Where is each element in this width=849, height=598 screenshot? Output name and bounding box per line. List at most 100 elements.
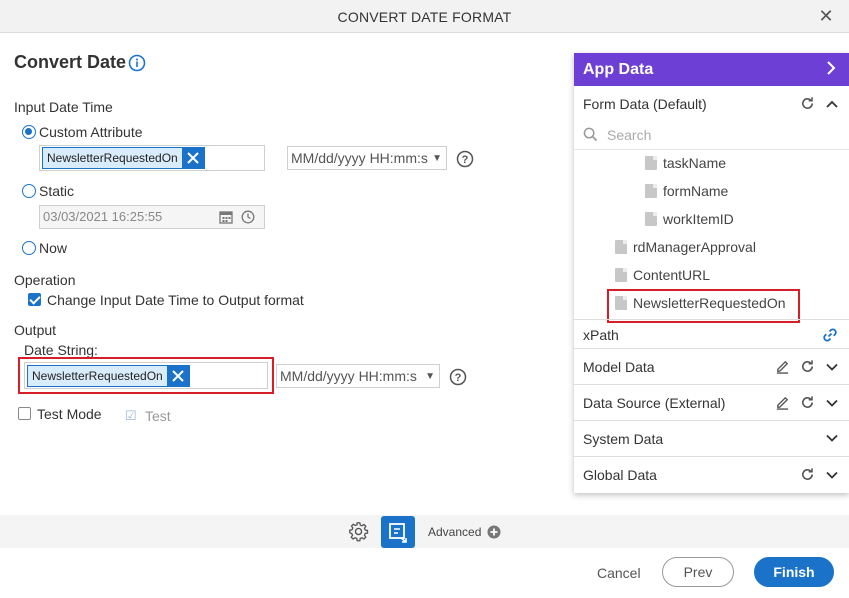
help-icon[interactable]: ? [449, 368, 467, 386]
prev-button[interactable]: Prev [662, 557, 734, 587]
output-label: Output [14, 322, 57, 338]
svg-text:?: ? [455, 372, 462, 384]
field-icon [645, 184, 657, 198]
global-data-label: Global Data [583, 467, 657, 483]
field-icon [645, 212, 657, 226]
field-icon [645, 156, 657, 170]
test-mode-checkbox[interactable] [18, 407, 31, 420]
static-date-value: 03/03/2021 16:25:55 [43, 209, 163, 224]
edit-icon[interactable] [775, 359, 790, 377]
input-format-select[interactable]: MM/dd/yyyy HH:mm:s ▼ [287, 146, 447, 170]
xpath-label: xPath [583, 327, 619, 343]
test-check-icon[interactable]: ☑ [125, 408, 137, 424]
refresh-icon[interactable] [800, 359, 815, 377]
app-data-title: App Data [583, 61, 654, 78]
tree-item-label: taskName [663, 155, 727, 171]
model-data-row[interactable]: Model Data [574, 349, 849, 385]
input-format-value: MM/dd/yyyy HH:mm:s [291, 150, 428, 166]
tree-item[interactable]: workItemID [645, 211, 734, 227]
change-format-checkbox[interactable] [28, 293, 41, 306]
tree-item-label: rdManagerApproval [633, 239, 756, 255]
refresh-icon[interactable] [800, 467, 815, 485]
output-format-select[interactable]: MM/dd/yyyy HH:mm:s ▼ [276, 364, 440, 388]
data-source-actions [775, 395, 839, 413]
plus-circle-icon[interactable] [487, 525, 501, 542]
output-format-value: MM/dd/yyyy HH:mm:s [280, 368, 417, 384]
search-icon [583, 127, 598, 145]
custom-attribute-radio[interactable] [22, 125, 36, 139]
field-icon [615, 268, 627, 282]
custom-attribute-label: Custom Attribute [39, 124, 143, 140]
dialog-titlebar: CONVERT DATE FORMAT ✕ [0, 0, 849, 33]
field-icon [615, 296, 627, 310]
cancel-button[interactable]: Cancel [597, 565, 641, 581]
search-bar[interactable]: Search [574, 121, 849, 149]
form-data-label: Form Data (Default) [583, 96, 707, 112]
output-chip-label: NewsletterRequestedOn [32, 369, 163, 383]
data-source-label: Data Source (External) [583, 395, 726, 411]
system-data-actions [825, 431, 839, 448]
help-icon[interactable]: ? [456, 150, 474, 168]
custom-attribute-field[interactable]: NewsletterRequestedOn [39, 145, 265, 171]
chevron-down-icon[interactable] [825, 360, 839, 377]
page-title: Convert Date [14, 52, 127, 72]
tree-item[interactable]: ContentURL [615, 267, 710, 283]
chevron-down-icon[interactable] [825, 396, 839, 413]
attribute-chip: NewsletterRequestedOn [42, 147, 205, 169]
model-data-label: Model Data [583, 359, 655, 375]
output-chip: NewsletterRequestedOn [27, 365, 190, 387]
tree-item[interactable]: taskName [645, 155, 726, 171]
xpath-row[interactable]: xPath [574, 319, 849, 349]
info-icon[interactable] [128, 54, 146, 72]
form-data-row[interactable]: Form Data (Default) [574, 86, 849, 121]
app-data-header[interactable]: App Data [574, 53, 849, 86]
data-source-row[interactable]: Data Source (External) [574, 385, 849, 421]
link-icon[interactable] [821, 326, 839, 347]
static-date-field[interactable]: 03/03/2021 16:25:55 [39, 205, 265, 229]
edit-icon[interactable] [775, 395, 790, 413]
gear-icon[interactable] [348, 521, 369, 545]
system-data-row[interactable]: System Data [574, 421, 849, 457]
change-format-label: Change Input Date Time to Output format [47, 292, 304, 308]
clock-icon[interactable] [241, 210, 255, 227]
tree-item-newsletter[interactable]: NewsletterRequestedOn [615, 295, 786, 311]
form-data-actions [800, 96, 839, 114]
search-input[interactable]: Search [607, 127, 651, 143]
calendar-icon[interactable] [219, 210, 233, 227]
chevron-right-icon[interactable] [825, 59, 837, 82]
tree-item-label: ContentURL [633, 267, 711, 283]
bottom-toolbar: Advanced [0, 515, 849, 548]
tree-item-label: formName [663, 183, 729, 199]
remove-chip-icon[interactable] [181, 148, 204, 168]
chevron-down-icon: ▼ [425, 371, 435, 382]
static-label: Static [39, 183, 75, 199]
refresh-icon[interactable] [800, 395, 815, 413]
test-label: Test [145, 408, 171, 424]
data-mapping-icon[interactable] [381, 516, 415, 548]
chevron-down-icon[interactable] [825, 468, 839, 485]
static-radio[interactable] [22, 184, 36, 198]
advanced-label[interactable]: Advanced [428, 525, 481, 539]
input-date-time-label: Input Date Time [14, 99, 113, 115]
date-string-label: Date String: [24, 342, 98, 358]
chevron-up-icon[interactable] [825, 97, 839, 114]
global-data-row[interactable]: Global Data [574, 457, 849, 493]
app-data-panel: App Data Form Data (Default) Search task… [574, 53, 849, 493]
tree-item-label: NewsletterRequestedOn [633, 295, 786, 311]
dialog-title: CONVERT DATE FORMAT [337, 9, 512, 25]
chevron-down-icon[interactable] [825, 431, 839, 448]
chip-label: NewsletterRequestedOn [47, 151, 178, 165]
now-label: Now [39, 240, 68, 256]
chevron-down-icon: ▼ [432, 153, 442, 164]
date-string-field[interactable]: NewsletterRequestedOn [24, 362, 268, 389]
global-data-actions [800, 467, 839, 485]
tree-item[interactable]: rdManagerApproval [615, 239, 756, 255]
finish-button[interactable]: Finish [754, 557, 834, 587]
search-divider [574, 149, 849, 150]
close-icon[interactable]: ✕ [817, 7, 835, 25]
tree-item[interactable]: formName [645, 183, 728, 199]
system-data-label: System Data [583, 431, 664, 447]
refresh-icon[interactable] [800, 96, 815, 114]
remove-chip-icon[interactable] [166, 366, 189, 386]
now-radio[interactable] [22, 241, 36, 255]
